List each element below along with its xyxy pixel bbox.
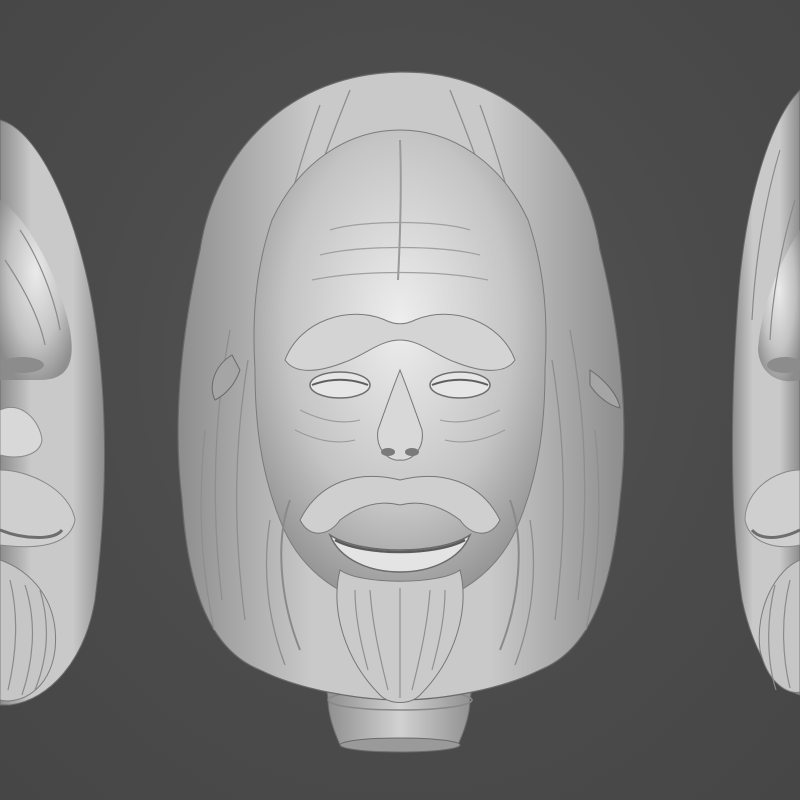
render-canvas — [0, 71, 800, 753]
render-viewport — [0, 0, 800, 800]
front-view — [177, 71, 625, 753]
right-three-quarter-view — [731, 89, 800, 696]
left-eye — [309, 371, 371, 399]
left-three-quarter-view — [0, 119, 105, 706]
right-eye — [429, 371, 491, 399]
